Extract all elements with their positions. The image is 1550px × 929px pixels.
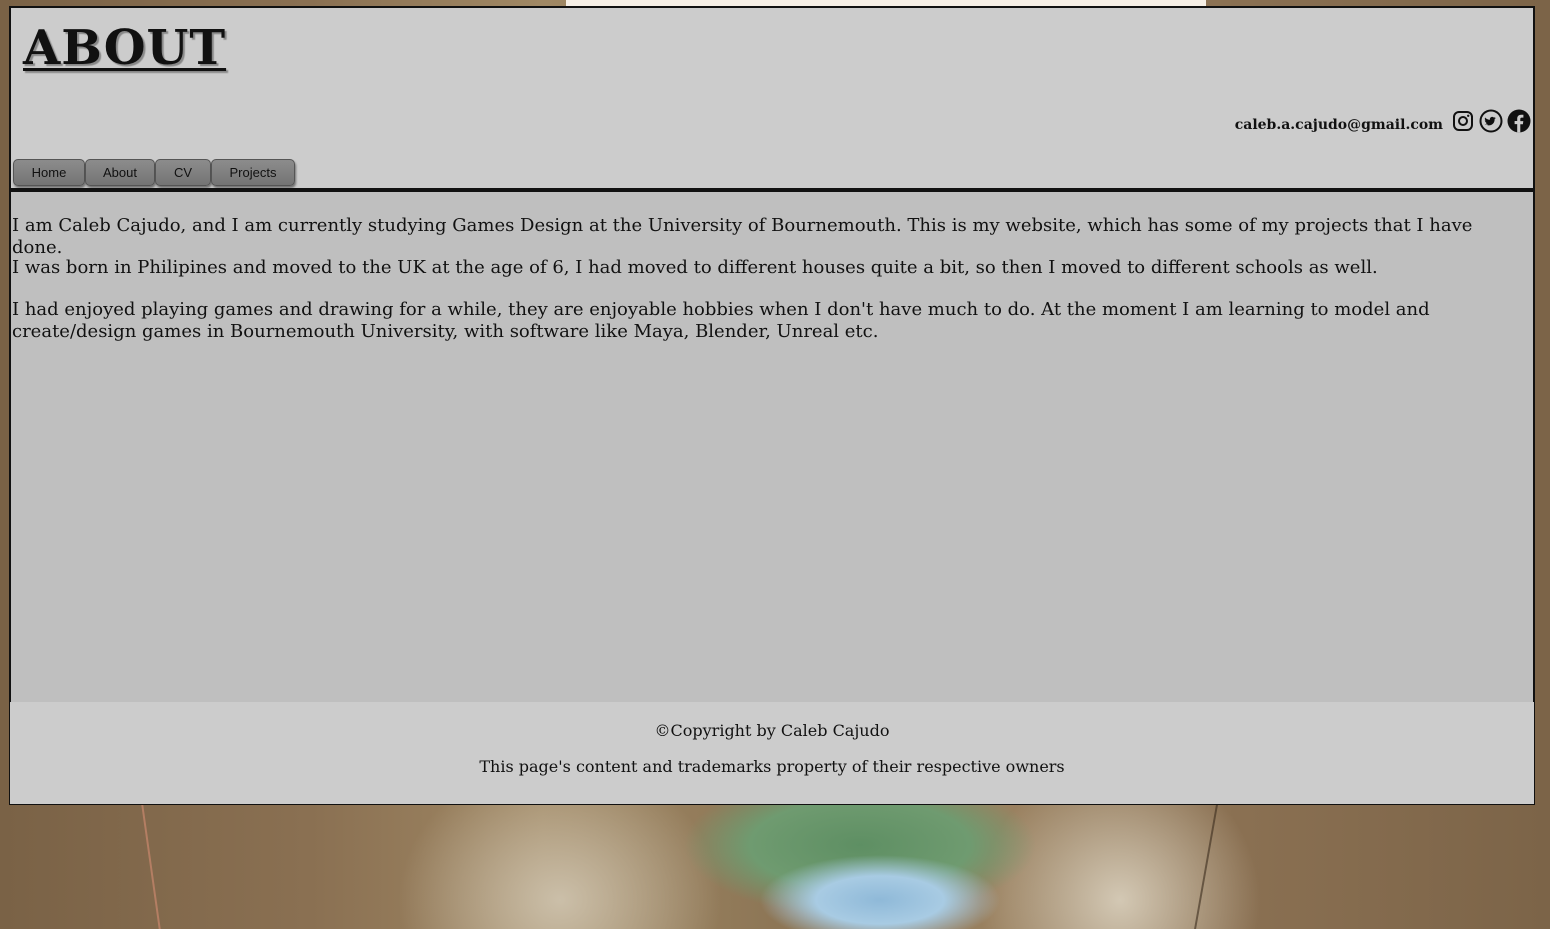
nav-about-button[interactable]: About [85, 159, 155, 186]
about-paragraph-background: I was born in Philipines and moved to th… [12, 257, 1378, 278]
copyright-text: ©Copyright by Caleb Cajudo [654, 721, 890, 740]
page-header: ABOUT caleb.a.cajudo@gmail.com Home Abou… [9, 6, 1535, 190]
trademark-text: This page's content and trademarks prope… [479, 757, 1065, 776]
page-title: ABOUT [23, 20, 227, 76]
background-rock-left [141, 805, 201, 929]
main-navigation: Home About CV Projects [13, 159, 295, 186]
nav-projects-button[interactable]: Projects [211, 159, 295, 186]
contact-bar: caleb.a.cajudo@gmail.com [1235, 109, 1531, 133]
about-paragraph-intro: I am Caleb Cajudo, and I am currently st… [12, 215, 1473, 258]
email-link[interactable]: caleb.a.cajudo@gmail.com [1235, 117, 1443, 133]
nav-cv-button[interactable]: CV [155, 159, 211, 186]
instagram-icon[interactable] [1451, 109, 1475, 133]
main-content: I am Caleb Cajudo, and I am currently st… [9, 188, 1535, 706]
background-rock-right [1194, 805, 1258, 929]
facebook-icon[interactable] [1507, 109, 1531, 133]
page-footer: ©Copyright by Caleb Cajudo This page's c… [9, 702, 1535, 805]
about-paragraph-hobbies: I had enjoyed playing games and drawing … [12, 299, 1430, 342]
nav-home-button[interactable]: Home [13, 159, 85, 186]
twitter-icon[interactable] [1479, 109, 1503, 133]
